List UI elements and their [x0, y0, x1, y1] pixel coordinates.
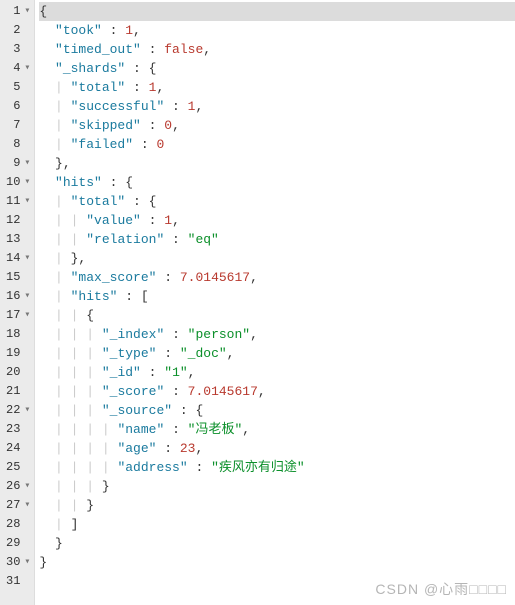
code-line: | "failed" : 0 [39, 135, 515, 154]
line-number: 6 [6, 97, 32, 116]
code-line: } [39, 534, 515, 553]
line-number: 30▾ [6, 553, 32, 572]
line-number: 17▾ [6, 306, 32, 325]
code-line: | | | "_id" : "1", [39, 363, 515, 382]
code-line: | "successful" : 1, [39, 97, 515, 116]
code-line: | ] [39, 515, 515, 534]
code-line: | | | "_type" : "_doc", [39, 344, 515, 363]
code-line: "took" : 1, [39, 21, 515, 40]
fold-icon[interactable]: ▾ [22, 401, 32, 420]
line-number: 7 [6, 116, 32, 135]
code-line: | "total" : 1, [39, 78, 515, 97]
code-line: | "max_score" : 7.0145617, [39, 268, 515, 287]
fold-icon[interactable]: ▾ [22, 306, 32, 325]
line-number: 15 [6, 268, 32, 287]
line-number-gutter: 1▾234▾56789▾10▾11▾121314▾1516▾17▾1819202… [0, 0, 35, 605]
line-number: 23 [6, 420, 32, 439]
line-number: 13 [6, 230, 32, 249]
line-number: 5 [6, 78, 32, 97]
line-number: 9▾ [6, 154, 32, 173]
line-number: 31 [6, 572, 32, 591]
code-line [39, 572, 515, 591]
line-number: 12 [6, 211, 32, 230]
line-number: 24 [6, 439, 32, 458]
code-line: | | | "_source" : { [39, 401, 515, 420]
code-line: | }, [39, 249, 515, 268]
code-line: | | "relation" : "eq" [39, 230, 515, 249]
fold-icon[interactable]: ▾ [22, 173, 32, 192]
line-number: 26▾ [6, 477, 32, 496]
line-number: 29 [6, 534, 32, 553]
fold-icon[interactable]: ▾ [22, 2, 32, 21]
line-number: 16▾ [6, 287, 32, 306]
line-number: 1▾ [6, 2, 32, 21]
line-number: 25 [6, 458, 32, 477]
line-number: 14▾ [6, 249, 32, 268]
line-number: 10▾ [6, 173, 32, 192]
fold-icon[interactable]: ▾ [22, 249, 32, 268]
code-line: } [39, 553, 515, 572]
json-editor: 1▾234▾56789▾10▾11▾121314▾1516▾17▾1819202… [0, 0, 515, 605]
fold-icon[interactable]: ▾ [22, 496, 32, 515]
line-number: 2 [6, 21, 32, 40]
code-line: | | { [39, 306, 515, 325]
fold-icon[interactable]: ▾ [22, 477, 32, 496]
line-number: 8 [6, 135, 32, 154]
line-number: 19 [6, 344, 32, 363]
code-line: { [39, 2, 515, 21]
fold-icon[interactable]: ▾ [22, 553, 32, 572]
line-number: 28 [6, 515, 32, 534]
fold-icon[interactable]: ▾ [22, 192, 32, 211]
code-line: | | "value" : 1, [39, 211, 515, 230]
code-line: | | | | "name" : "冯老板", [39, 420, 515, 439]
code-line: | "total" : { [39, 192, 515, 211]
fold-icon[interactable]: ▾ [22, 287, 32, 306]
code-line: | | | "_score" : 7.0145617, [39, 382, 515, 401]
fold-icon[interactable]: ▾ [22, 154, 32, 173]
line-number: 20 [6, 363, 32, 382]
code-line: "hits" : { [39, 173, 515, 192]
code-line: "_shards" : { [39, 59, 515, 78]
code-line: | | | "_index" : "person", [39, 325, 515, 344]
code-content[interactable]: { "took" : 1, "timed_out" : false, "_sha… [35, 0, 515, 605]
code-line: | | | } [39, 477, 515, 496]
line-number: 4▾ [6, 59, 32, 78]
line-number: 22▾ [6, 401, 32, 420]
fold-icon[interactable]: ▾ [22, 59, 32, 78]
code-line: | | } [39, 496, 515, 515]
line-number: 27▾ [6, 496, 32, 515]
line-number: 11▾ [6, 192, 32, 211]
code-line: | | | | "address" : "疾风亦有归途" [39, 458, 515, 477]
code-line: | | | | "age" : 23, [39, 439, 515, 458]
line-number: 21 [6, 382, 32, 401]
code-line: "timed_out" : false, [39, 40, 515, 59]
code-line: | "hits" : [ [39, 287, 515, 306]
code-line: }, [39, 154, 515, 173]
line-number: 3 [6, 40, 32, 59]
code-line: | "skipped" : 0, [39, 116, 515, 135]
line-number: 18 [6, 325, 32, 344]
